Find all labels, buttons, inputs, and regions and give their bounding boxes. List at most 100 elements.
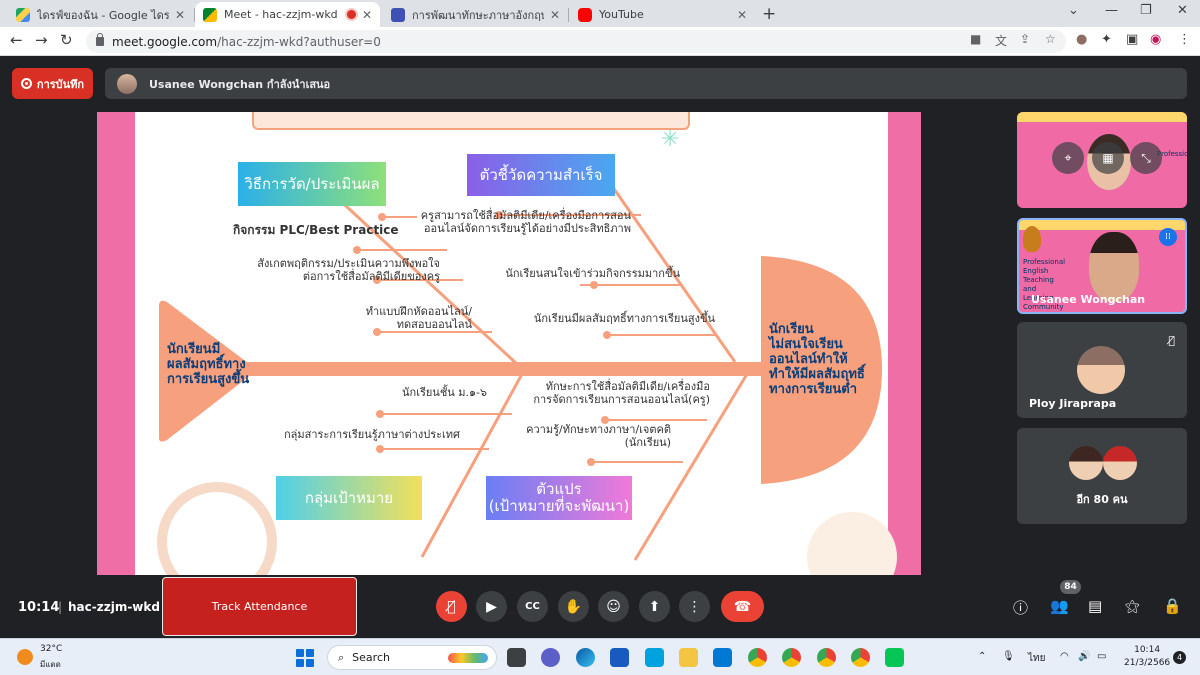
minimize-tile-icon[interactable]: ⤡ xyxy=(1130,142,1162,174)
decor-circle xyxy=(807,512,897,575)
chat-icon[interactable]: ▤ xyxy=(1088,597,1102,615)
learning-app-icon[interactable] xyxy=(645,648,664,667)
bullet-dot xyxy=(603,331,611,339)
new-tab-button[interactable]: + xyxy=(762,4,776,24)
mic-muted-button[interactable]: 🎙̸ xyxy=(436,591,467,622)
wifi-icon[interactable]: ◠ xyxy=(1060,651,1069,662)
bookmark-star-icon[interactable]: ☆ xyxy=(1045,32,1056,46)
camera-button[interactable]: ▶ xyxy=(476,591,507,622)
google-drive-icon xyxy=(16,7,30,22)
translate-icon[interactable]: 文 xyxy=(995,32,1007,49)
line-app-icon[interactable] xyxy=(885,648,904,667)
raise-hand-button[interactable]: ✋ xyxy=(558,591,589,622)
url-bar[interactable]: meet.google.com/hac-zzjm-wkd?authuser=0 xyxy=(86,30,1066,53)
tab-divider xyxy=(568,8,569,22)
restore-icon[interactable]: ❐ xyxy=(1140,3,1152,18)
browser-menu-icon[interactable]: ⋮ xyxy=(1178,32,1191,47)
chrome-profile-icon[interactable] xyxy=(851,648,870,667)
decor-sparkle-icon: ✳ xyxy=(661,127,679,152)
chrome-profile-icon[interactable] xyxy=(782,648,801,667)
word-icon[interactable] xyxy=(610,648,629,667)
tile-slide-text: and xyxy=(1023,285,1037,293)
battery-icon[interactable]: ▭ xyxy=(1097,651,1106,662)
tray-overflow-icon[interactable]: ⌃ xyxy=(978,651,986,662)
participant-tile-usanee[interactable]: Professional English Teaching and Learni… xyxy=(1017,218,1187,314)
heading-indicators: ตัวชี้วัดความสำเร็จ xyxy=(467,154,615,196)
reactions-button[interactable]: ☺ xyxy=(598,591,629,622)
recording-badge[interactable]: การบันทึก xyxy=(12,68,93,99)
mail-icon[interactable] xyxy=(713,648,732,667)
tab-title: Meet - hac-zzjm-wkd xyxy=(224,8,338,21)
weather-temperature: 32°C xyxy=(40,644,63,654)
tab-google-drive[interactable]: ไดรฟ์ของฉัน - Google ไดรฟ์ ✕ xyxy=(8,2,193,27)
close-tab-icon[interactable]: ✕ xyxy=(175,8,185,22)
forward-icon[interactable]: → xyxy=(35,31,48,49)
more-options-button[interactable]: ⋮ xyxy=(679,591,710,622)
edge-icon[interactable] xyxy=(576,648,595,667)
text-plc: กิจกรรม PLC/Best Practice xyxy=(233,223,399,237)
leave-call-button[interactable]: ☎ xyxy=(721,591,764,622)
text-subject: กลุ่มสาระการเรียนรู้ภาษาต่างประเทศ xyxy=(284,428,460,441)
text-grade: นักเรียนชั้น ม.๑-๖ xyxy=(402,386,487,399)
reload-icon[interactable]: ↻ xyxy=(60,31,73,49)
close-tab-icon[interactable]: ✕ xyxy=(550,8,560,22)
text-observe: สังเกตพฤติกรรม/ประเมินความพึงพอใจ ต่อการ… xyxy=(257,257,440,283)
bullet-dot xyxy=(376,445,384,453)
people-icon[interactable]: 👥 xyxy=(1050,597,1069,615)
track-attendance-button[interactable]: Track Attendance xyxy=(162,577,357,636)
camera-in-use-icon[interactable]: ■ xyxy=(970,32,981,46)
teams-chat-icon[interactable] xyxy=(541,648,560,667)
tab-search-icon[interactable]: ⌄ xyxy=(1068,3,1079,18)
pin-icon[interactable]: ⌖ xyxy=(1052,142,1084,174)
task-view-icon[interactable] xyxy=(507,648,526,667)
system-clock[interactable]: 10:14 21/3/2566 xyxy=(1124,644,1170,670)
volume-icon[interactable]: 🔊 xyxy=(1078,651,1090,662)
tab-meet[interactable]: Meet - hac-zzjm-wkd ✕ xyxy=(195,2,380,27)
search-label: Search xyxy=(352,651,390,664)
participant-tile-others[interactable]: อีก 80 คน xyxy=(1017,428,1187,524)
weather-sun-icon[interactable] xyxy=(17,649,33,665)
participant-tile-ploy[interactable]: 🎙̸ Ploy Jiraprapa xyxy=(1017,322,1187,418)
fish-spine xyxy=(247,362,763,376)
windows-taskbar: 32°C มีแดด ⌕ Search ⌃ 🎙 ไทย ◠ 🔊 ▭ 10:14 … xyxy=(0,638,1200,675)
input-language[interactable]: ไทย xyxy=(1028,651,1045,666)
recording-indicator-icon xyxy=(346,10,356,19)
extension-avatar-icon[interactable]: ● xyxy=(1076,32,1087,47)
meeting-info-icon[interactable]: ⓘ xyxy=(1013,597,1028,618)
text-exercise: ทำแบบฝึกหัดออนไลน์/ ทดสอบออนไลน์ xyxy=(365,305,472,331)
chrome-icon[interactable] xyxy=(748,648,767,667)
google-classroom-icon xyxy=(391,7,405,22)
clock-separator: | xyxy=(58,600,63,614)
host-controls-icon[interactable]: 🔒 xyxy=(1163,597,1182,615)
share-icon[interactable]: ⇪ xyxy=(1020,32,1030,46)
close-tab-icon[interactable]: ✕ xyxy=(362,8,372,22)
bone-target xyxy=(420,373,524,558)
close-tab-icon[interactable]: ✕ xyxy=(737,8,747,22)
captions-button[interactable]: CC xyxy=(517,591,548,622)
bullet-dot xyxy=(590,281,598,289)
participant-tile-presentation[interactable]: Professional ⌖ ▦ ⤡ xyxy=(1017,112,1187,208)
present-screen-button[interactable]: ⬆ xyxy=(639,591,670,622)
microphone-tray-icon[interactable]: 🎙 xyxy=(1002,651,1015,662)
tile-slide-header xyxy=(1017,112,1187,122)
chrome-profile-icon[interactable] xyxy=(817,648,836,667)
text-interest: นักเรียนสนใจเข้าร่วมกิจกรรมมากขึ้น xyxy=(505,267,680,280)
tab-english-course[interactable]: การพัฒนาทักษะภาษาอังกฤษ English ✕ xyxy=(383,2,568,27)
extensions-puzzle-icon[interactable]: ✦ xyxy=(1101,32,1112,47)
close-window-icon[interactable]: ✕ xyxy=(1177,3,1188,18)
text-skill: ทักษะการใช้สื่อมัลติมีเดีย/เครื่องมือ กา… xyxy=(533,380,710,406)
activities-icon[interactable]: ⚝ xyxy=(1125,597,1140,615)
notification-badge[interactable]: 4 xyxy=(1173,651,1186,664)
side-panel-icon[interactable]: ▣ xyxy=(1126,32,1138,47)
file-explorer-icon[interactable] xyxy=(679,648,698,667)
start-button[interactable] xyxy=(296,649,314,667)
back-icon[interactable]: ← xyxy=(10,31,23,49)
text-teacher-use: ครูสามารถใช้สื่อมัลติมีเดีย/เครื่องมือกา… xyxy=(420,209,631,235)
taskbar-search[interactable]: ⌕ Search xyxy=(327,645,497,670)
profile-avatar-icon[interactable]: ◉ xyxy=(1150,32,1161,47)
minimize-icon[interactable]: — xyxy=(1105,3,1118,18)
layout-icon[interactable]: ▦ xyxy=(1092,142,1124,174)
participant-avatar xyxy=(1069,446,1103,480)
tab-youtube[interactable]: YouTube ✕ xyxy=(570,2,755,27)
heading-variables: ตัวแปร (เป้าหมายที่จะพัฒนา) xyxy=(486,476,632,520)
